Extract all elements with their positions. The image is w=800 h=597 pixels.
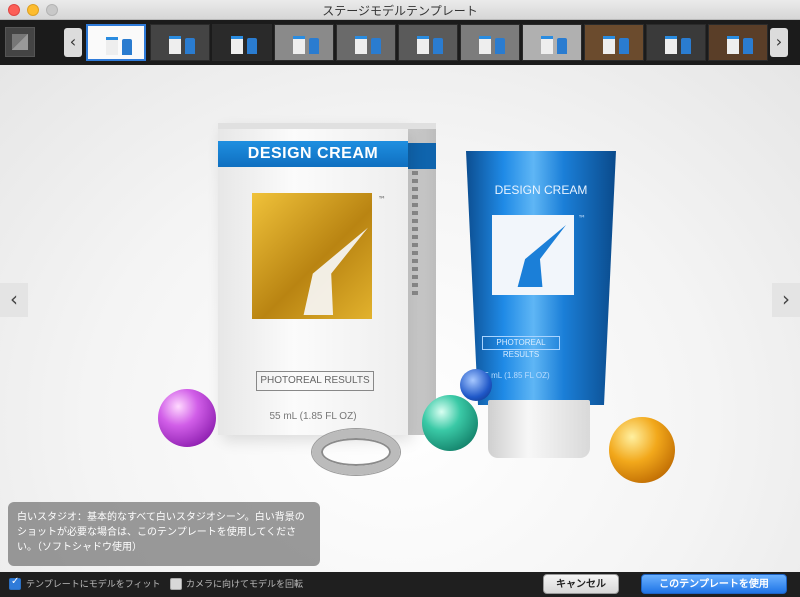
- blue-sphere: [460, 369, 492, 401]
- template-thumbnail[interactable]: [708, 24, 768, 61]
- use-template-button[interactable]: このテンプレートを使用: [641, 574, 787, 594]
- fit-model-checkbox[interactable]: [9, 576, 21, 590]
- purple-sphere: [158, 389, 216, 447]
- rotate-model-checkbox[interactable]: [170, 578, 182, 590]
- template-thumbnail[interactable]: [86, 24, 146, 61]
- tube-trademark: ™: [578, 214, 586, 223]
- next-template-button[interactable]: ›: [772, 283, 800, 317]
- product-box: DESIGN CREAM ™ PHOTOREAL RESULTS 55 mL (…: [218, 123, 408, 435]
- stage-preview: ‹ › DESIGN CREAM ™ PHOTOREAL RESULTS 55 …: [0, 65, 800, 572]
- template-thumbnail[interactable]: [212, 24, 272, 61]
- tube-photoreal-label: PHOTOREAL RESULTS: [482, 336, 560, 359]
- template-thumbnail[interactable]: [646, 24, 706, 61]
- template-thumbnail[interactable]: [274, 24, 334, 61]
- strip-next-button[interactable]: ›: [770, 28, 788, 57]
- box-trademark: ™: [378, 195, 386, 204]
- tube-logo-icon: [492, 215, 574, 295]
- metal-ring: [312, 429, 400, 475]
- template-strip: ‹ ›: [0, 20, 800, 65]
- box-volume-label: 55 mL (1.85 FL OZ): [269, 411, 357, 422]
- strip-prev-button[interactable]: ‹: [64, 28, 82, 57]
- box-logo-icon: [252, 193, 372, 319]
- template-thumbnail[interactable]: [150, 24, 210, 61]
- template-thumbnail[interactable]: [522, 24, 582, 61]
- title-bar: ステージモデルテンプレート: [0, 0, 800, 20]
- template-window: ステージモデルテンプレート ‹ › ‹ › DESIGN CREAM ™ PHO…: [0, 0, 800, 597]
- fit-model-label[interactable]: テンプレートにモデルをフィット: [26, 577, 161, 590]
- template-thumbnails: [86, 24, 768, 61]
- orange-sphere: [609, 417, 675, 483]
- cancel-button[interactable]: キャンセル: [543, 574, 619, 594]
- teal-sphere: [422, 395, 478, 451]
- product-box-top: [218, 123, 436, 129]
- template-thumbnail[interactable]: [584, 24, 644, 61]
- template-thumbnail[interactable]: [398, 24, 458, 61]
- product-box-side-band: [408, 143, 436, 169]
- prev-template-button[interactable]: ‹: [0, 283, 28, 317]
- bottom-bar: テンプレートにモデルをフィット カメラに向けてモデルを回転 キャンセル このテン…: [0, 572, 800, 597]
- product-box-side: [408, 127, 436, 435]
- template-thumbnail[interactable]: [336, 24, 396, 61]
- window-title: ステージモデルテンプレート: [322, 4, 478, 18]
- rotate-model-label[interactable]: カメラに向けてモデルを回転: [186, 577, 303, 590]
- template-thumbnail[interactable]: [460, 24, 520, 61]
- template-library-icon[interactable]: [5, 27, 35, 57]
- box-band-label: DESIGN CREAM: [218, 141, 408, 167]
- tube-cap: [488, 400, 590, 458]
- template-description: 白いスタジオ：基本的なすべて白いスタジオシーン。白い背景のショットが必要な場合は…: [8, 502, 320, 566]
- box-photoreal-label: PHOTOREAL RESULTS: [256, 371, 374, 391]
- tube-title-label: DESIGN CREAM: [494, 183, 588, 197]
